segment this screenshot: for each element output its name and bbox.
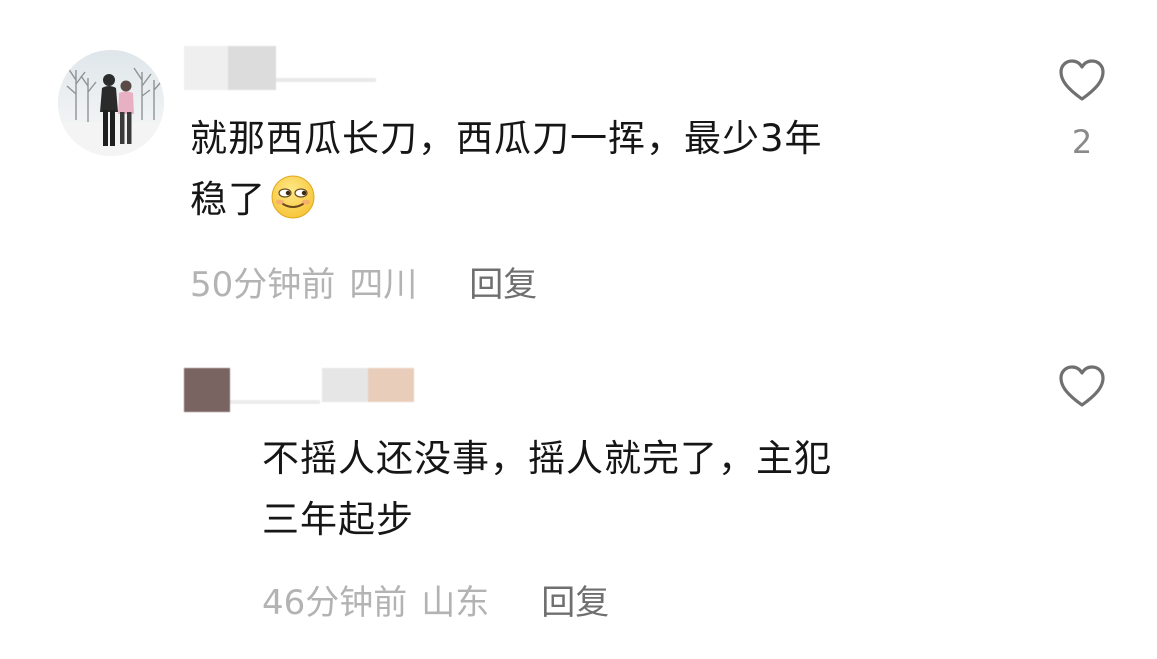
heart-outline-icon[interactable] xyxy=(1057,58,1107,102)
comment-meta: 50分钟前 四川 回复 xyxy=(190,265,537,305)
comment-line: 不摇人还没事，摇人就完了，主犯 xyxy=(262,437,832,480)
comment-time: 46分钟前 xyxy=(262,583,408,623)
comment-list: 就那西瓜长刀，西瓜刀一挥，最少3年 稳了 50分钟前 四川 回复 2 不摇人还没… xyxy=(0,0,1157,659)
username-redacted[interactable] xyxy=(184,368,416,412)
like-button[interactable]: 2 xyxy=(1057,58,1107,160)
like-count: 2 xyxy=(1071,123,1093,161)
avatar[interactable] xyxy=(58,50,164,156)
comment-text: 就那西瓜长刀，西瓜刀一挥，最少3年 稳了 xyxy=(190,108,823,238)
reply-button[interactable]: 回复 xyxy=(469,265,537,305)
reply-button[interactable]: 回复 xyxy=(541,583,609,623)
comment-time: 50分钟前 xyxy=(190,265,336,305)
comment-location: 山东 xyxy=(421,583,490,623)
heart-outline-icon[interactable] xyxy=(1057,364,1107,408)
comment-location: 四川 xyxy=(349,265,418,305)
comment-text: 不摇人还没事，摇人就完了，主犯 三年起步 xyxy=(262,428,832,550)
comment-line: 三年起步 xyxy=(262,498,414,541)
comment-meta: 46分钟前 山东 回复 xyxy=(262,583,609,623)
comment-line: 稳了 xyxy=(190,169,823,238)
like-button[interactable] xyxy=(1057,364,1107,408)
smirk-emoji-icon xyxy=(270,174,316,238)
comment-line: 就那西瓜长刀，西瓜刀一挥，最少3年 xyxy=(190,117,823,160)
username-redacted[interactable] xyxy=(184,46,376,90)
